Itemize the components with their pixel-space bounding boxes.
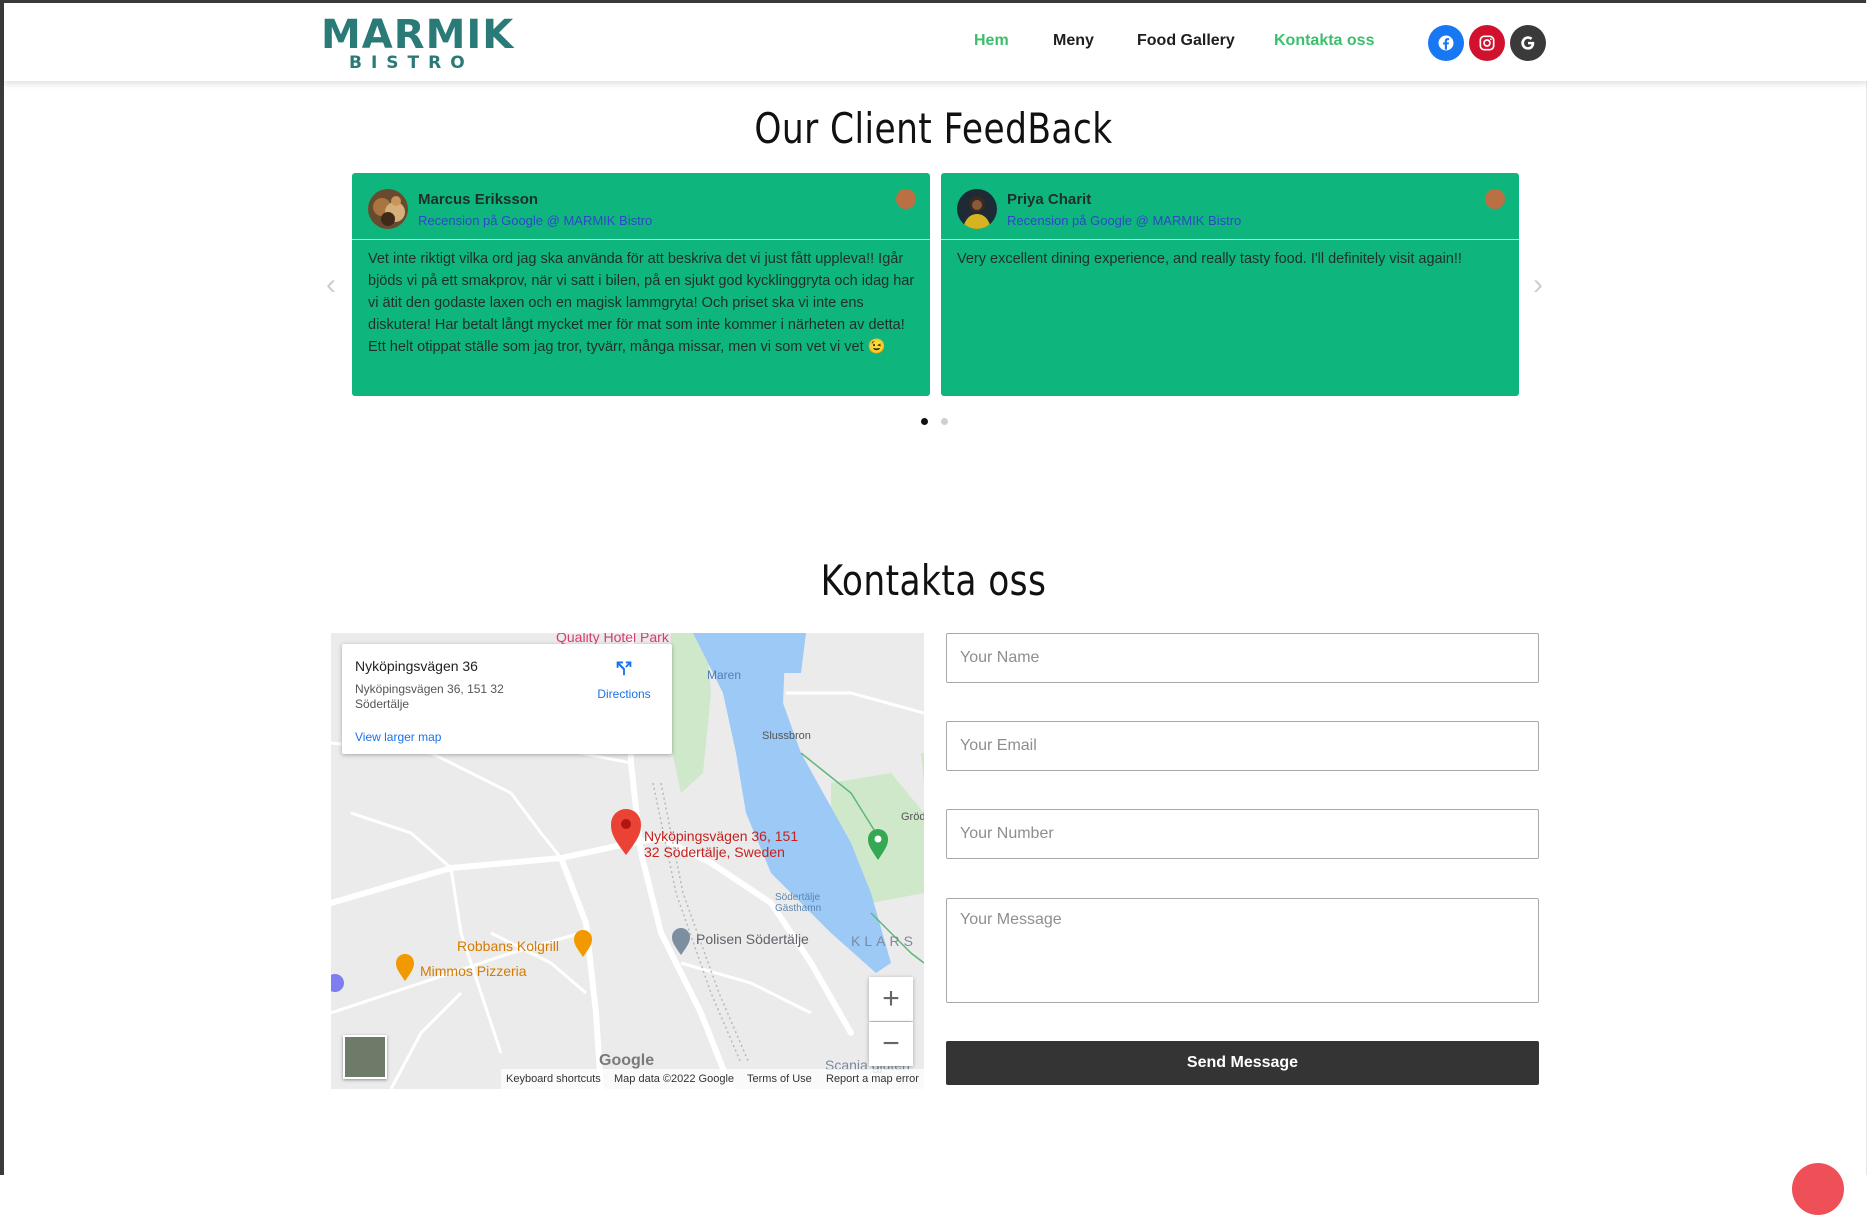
contact-title: Kontakta oss	[820, 556, 1047, 605]
name-input[interactable]	[946, 633, 1539, 683]
directions-button[interactable]: Directions	[591, 656, 657, 701]
map-info-card: Nyköpingsvägen 36 Nyköpingsvägen 36, 151…	[342, 644, 672, 754]
google-button[interactable]	[1510, 25, 1546, 61]
map-pin-label: Nyköpingsvägen 36, 151 32 Södertälje, Sw…	[644, 828, 798, 860]
google-icon	[1521, 36, 1535, 50]
map-pin-label-line1: Nyköpingsvägen 36, 151	[644, 828, 799, 844]
satellite-toggle[interactable]	[343, 1035, 387, 1079]
reviewer-name: Marcus Eriksson	[418, 191, 539, 208]
map-label-robbans: Robbans Kolgrill	[457, 938, 559, 954]
directions-label: Directions	[597, 687, 651, 701]
map-label-gasthamn: Södertälje Gästhamn	[775, 892, 822, 914]
map-place-address: Nyköpingsvägen 36, 151 32 Södertälje	[355, 682, 504, 711]
review-source[interactable]: Recension på Google @ MARMIK Bistro	[418, 213, 652, 229]
site-header: MARMIK BISTRO Hem Meny Food Gallery Kont…	[4, 3, 1867, 81]
reviewer-avatar	[368, 189, 408, 229]
reviewer-avatar	[957, 189, 997, 229]
nav-item-food-gallery[interactable]: Food Gallery	[1137, 31, 1235, 51]
instagram-icon	[1479, 35, 1495, 51]
facebook-icon	[1438, 35, 1454, 51]
brand-name: MARMIK	[321, 12, 515, 58]
map-zoom-out-button[interactable]: −	[869, 1022, 913, 1066]
map-data-label: Map data ©2022 Google	[614, 1073, 735, 1085]
carousel-next-arrow[interactable]: ›	[1528, 270, 1548, 300]
report-map-error-link[interactable]: Report a map error	[826, 1073, 919, 1085]
map-label-mimmos: Mimmos Pizzeria	[420, 963, 527, 979]
google-map[interactable]: Quality Hotel Park Maren Slussbron Gröd …	[331, 633, 924, 1089]
map-label-polisen: Polisen Södertälje	[696, 931, 809, 947]
map-label-grod: Gröd	[901, 811, 924, 823]
map-place-title: Nyköpingsvägen 36	[355, 658, 478, 674]
review-card: Priya Charit Recension på Google @ MARMI…	[941, 173, 1519, 396]
floating-action-button[interactable]	[1792, 1163, 1844, 1215]
carousel-dot-2[interactable]	[941, 418, 948, 425]
brand-logo[interactable]: MARMIK BISTRO	[321, 13, 513, 73]
facebook-button[interactable]	[1428, 25, 1464, 61]
terms-of-use-link[interactable]: Terms of Use	[747, 1073, 812, 1085]
google-review-icon	[1485, 189, 1505, 209]
carousel-dot-1[interactable]	[921, 418, 928, 425]
send-message-button[interactable]: Send Message	[946, 1041, 1539, 1085]
feedback-title: Our Client FeedBack	[754, 104, 1113, 153]
map-pin-label-line2: 32 Södertälje, Sweden	[644, 844, 785, 860]
map-label-klars: KLARS	[851, 933, 917, 949]
review-source[interactable]: Recension på Google @ MARMIK Bistro	[1007, 213, 1241, 229]
review-card-header: Marcus Eriksson Recension på Google @ MA…	[352, 173, 930, 240]
view-larger-map-link[interactable]: View larger map	[355, 730, 441, 744]
review-card-header: Priya Charit Recension på Google @ MARMI…	[941, 173, 1519, 240]
keyboard-shortcuts-link[interactable]: Keyboard shortcuts	[506, 1073, 601, 1085]
directions-icon	[616, 661, 632, 676]
instagram-button[interactable]	[1469, 25, 1505, 61]
google-review-icon	[896, 189, 916, 209]
review-card: Marcus Eriksson Recension på Google @ MA…	[352, 173, 930, 396]
map-label-maren: Maren	[707, 668, 742, 682]
email-input[interactable]	[946, 721, 1539, 771]
nav-item-kontakta-oss[interactable]: Kontakta oss	[1274, 31, 1374, 51]
review-text: Vet inte riktigt vilka ord jag ska använ…	[368, 251, 915, 355]
nav-item-meny[interactable]: Meny	[1053, 31, 1094, 51]
nav-item-hem[interactable]: Hem	[974, 31, 1009, 51]
map-label-slussbron: Slussbron	[762, 730, 811, 742]
review-text: Very excellent dining experience, and re…	[957, 251, 1462, 267]
number-input[interactable]	[946, 809, 1539, 859]
map-zoom-in-button[interactable]: +	[869, 977, 913, 1021]
message-textarea[interactable]	[946, 898, 1539, 1003]
reviewer-name: Priya Charit	[1007, 191, 1092, 208]
google-logo: Google	[599, 1052, 655, 1069]
brand-subname: BISTRO	[349, 53, 474, 73]
carousel-prev-arrow[interactable]: ‹	[321, 270, 341, 300]
